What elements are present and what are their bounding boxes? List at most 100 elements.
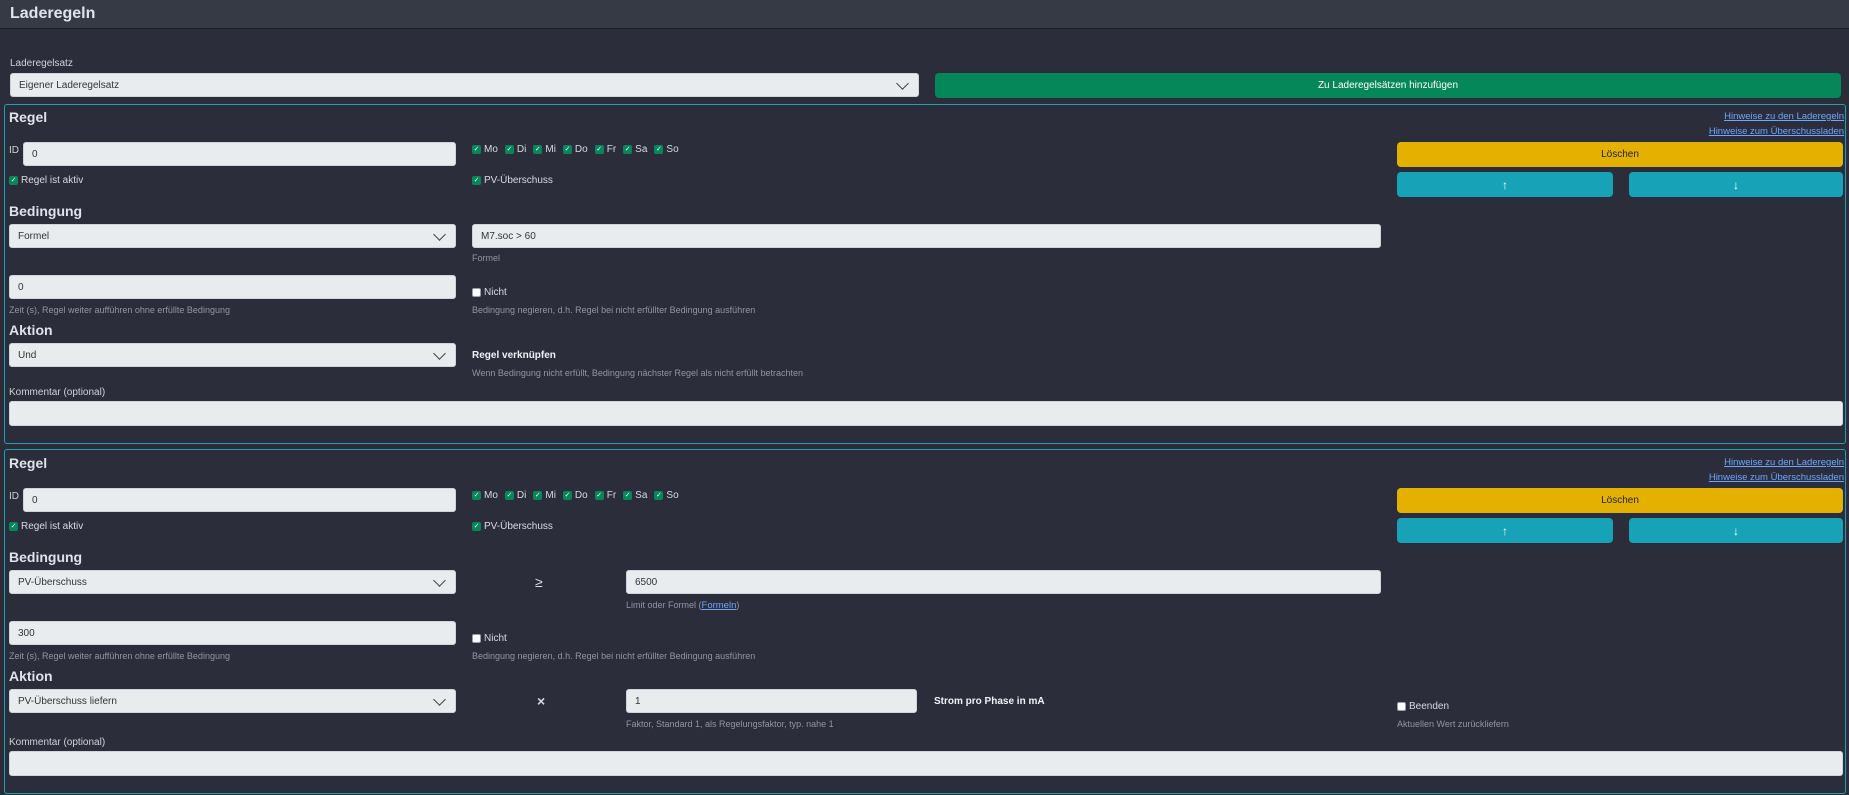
negate-checkbox[interactable]: Nicht [472, 633, 507, 644]
link-rule-title: Regel verknüpfen [472, 350, 556, 361]
id-input[interactable]: 0 [23, 488, 456, 512]
day-mi-checkbox[interactable]: ✓ Mi [533, 144, 556, 155]
check-icon: ✓ [594, 145, 604, 154]
move-down-button[interactable]: ↓ [1629, 172, 1843, 197]
negate-help: Bedingung negieren, d.h. Regel bei nicht… [472, 305, 756, 315]
time-input[interactable]: 0 [9, 275, 456, 299]
check-icon: ✓ [504, 491, 514, 500]
action-title: Aktion [9, 322, 53, 338]
negate-help: Bedingung negieren, d.h. Regel bei nicht… [472, 651, 756, 661]
checkbox-empty-icon [472, 634, 481, 643]
check-icon: ✓ [594, 491, 604, 500]
action-value: PV-Überschuss liefern [18, 695, 117, 707]
action-value: Und [18, 349, 37, 361]
comment-input[interactable] [9, 751, 1843, 776]
negate-checkbox[interactable]: Nicht [472, 287, 507, 298]
hint-rules-link[interactable]: Hinweise zu den Laderegeln [1724, 457, 1844, 468]
arrow-down-icon: ↓ [1733, 177, 1739, 192]
condition-type-select[interactable]: PV-Überschuss [9, 570, 456, 594]
hint-surplus-link[interactable]: Hinweise zum Überschussladen [1709, 126, 1844, 137]
checkbox-empty-icon [472, 288, 481, 297]
condition-type-value: Formel [18, 230, 50, 242]
day-sa-checkbox[interactable]: ✓ Sa [623, 144, 647, 155]
id-value: 0 [32, 148, 38, 160]
check-icon: ✓ [472, 522, 481, 531]
condition-title: Bedingung [9, 549, 83, 565]
move-up-button[interactable]: ↑ [1397, 172, 1613, 197]
hint-rules-link[interactable]: Hinweise zu den Laderegeln [1724, 111, 1844, 122]
check-icon: ✓ [472, 176, 481, 185]
time-help: Zeit (s), Regel weiter aufführen ohne er… [9, 305, 230, 315]
day-di-checkbox[interactable]: ✓ Di [504, 144, 526, 155]
formula-help: Formel [472, 253, 501, 263]
comment-label: Kommentar (optional) [9, 737, 106, 748]
action-title: Aktion [9, 668, 53, 684]
check-icon: ✓ [623, 145, 633, 154]
check-icon: ✓ [533, 145, 543, 154]
time-value: 0 [18, 281, 24, 293]
limit-input[interactable]: 6500 [626, 570, 1381, 594]
ruleset-select-value: Eigener Laderegelsatz [19, 79, 120, 91]
check-icon: ✓ [533, 491, 543, 500]
day-do-checkbox[interactable]: ✓ Do [562, 144, 588, 155]
id-label: ID [9, 145, 19, 156]
limit-help: Limit oder Formel (Formeln) [626, 600, 740, 611]
day-mo-checkbox[interactable]: ✓ Mo [472, 490, 498, 501]
check-icon: ✓ [623, 491, 633, 500]
ruleset-label: Laderegelsatz [10, 58, 73, 69]
check-icon: ✓ [472, 491, 481, 500]
day-fr-checkbox[interactable]: ✓ Fr [594, 490, 616, 501]
day-fr-checkbox[interactable]: ✓ Fr [594, 144, 616, 155]
current-per-phase-label: Strom pro Phase in mA [934, 696, 1045, 707]
weekday-checkboxes: ✓ Mo ✓ Di ✓ Mi ✓ Do ✓ Fr ✓ Sa ✓ So [472, 490, 679, 501]
finish-help: Aktuellen Wert zurückliefern [1397, 719, 1509, 729]
day-mi-checkbox[interactable]: ✓ Mi [533, 490, 556, 501]
check-icon: ✓ [472, 145, 481, 154]
delete-button[interactable]: Löschen [1397, 142, 1843, 167]
chevron-down-icon [433, 692, 446, 706]
move-down-button[interactable]: ↓ [1629, 518, 1843, 543]
arrow-up-icon: ↑ [1502, 523, 1508, 538]
day-so-checkbox[interactable]: ✓ So [654, 144, 679, 155]
time-input[interactable]: 300 [9, 621, 456, 645]
chevron-down-icon [433, 227, 446, 241]
page-title: Laderegeln [10, 5, 96, 22]
rule-active-checkbox[interactable]: ✓ Regel ist aktiv [9, 175, 83, 186]
check-icon: ✓ [9, 176, 18, 185]
check-icon: ✓ [562, 145, 572, 154]
factor-help: Faktor, Standard 1, als Regelungsfaktor,… [626, 719, 834, 729]
factor-value: 1 [635, 695, 641, 707]
day-mo-checkbox[interactable]: ✓ Mo [472, 144, 498, 155]
day-do-checkbox[interactable]: ✓ Do [562, 490, 588, 501]
factor-input[interactable]: 1 [626, 689, 917, 713]
formulas-link[interactable]: Formeln [702, 600, 737, 611]
comment-input[interactable] [9, 401, 1843, 426]
pv-surplus-checkbox[interactable]: ✓ PV-Überschuss [472, 175, 553, 186]
hint-surplus-link[interactable]: Hinweise zum Überschussladen [1709, 472, 1844, 483]
action-select[interactable]: PV-Überschuss liefern [9, 689, 456, 713]
finish-checkbox[interactable]: Beenden [1397, 701, 1449, 712]
condition-type-select[interactable]: Formel [9, 224, 456, 248]
greater-equal-operator: ≥ [535, 574, 543, 590]
day-sa-checkbox[interactable]: ✓ Sa [623, 490, 647, 501]
check-icon: ✓ [654, 145, 664, 154]
ruleset-select[interactable]: Eigener Laderegelsatz [10, 73, 919, 97]
add-to-rulesets-button[interactable]: Zu Laderegelsätzen hinzufügen [935, 73, 1841, 98]
delete-button[interactable]: Löschen [1397, 488, 1843, 513]
check-icon: ✓ [9, 522, 18, 531]
rule-active-checkbox[interactable]: ✓ Regel ist aktiv [9, 521, 83, 532]
link-rule-help: Wenn Bedingung nicht erfüllt, Bedingung … [472, 368, 804, 378]
arrow-up-icon: ↑ [1502, 177, 1508, 192]
move-up-button[interactable]: ↑ [1397, 518, 1613, 543]
id-input[interactable]: 0 [23, 142, 456, 166]
condition-title: Bedingung [9, 203, 83, 219]
day-di-checkbox[interactable]: ✓ Di [504, 490, 526, 501]
action-select[interactable]: Und [9, 343, 456, 367]
pv-surplus-checkbox[interactable]: ✓ PV-Überschuss [472, 521, 553, 532]
limit-value: 6500 [635, 576, 658, 588]
day-so-checkbox[interactable]: ✓ So [654, 490, 679, 501]
check-icon: ✓ [504, 145, 514, 154]
formula-input[interactable]: M7.soc > 60 [472, 224, 1381, 248]
checkbox-empty-icon [1397, 702, 1406, 711]
rule-title: Regel [9, 109, 48, 125]
